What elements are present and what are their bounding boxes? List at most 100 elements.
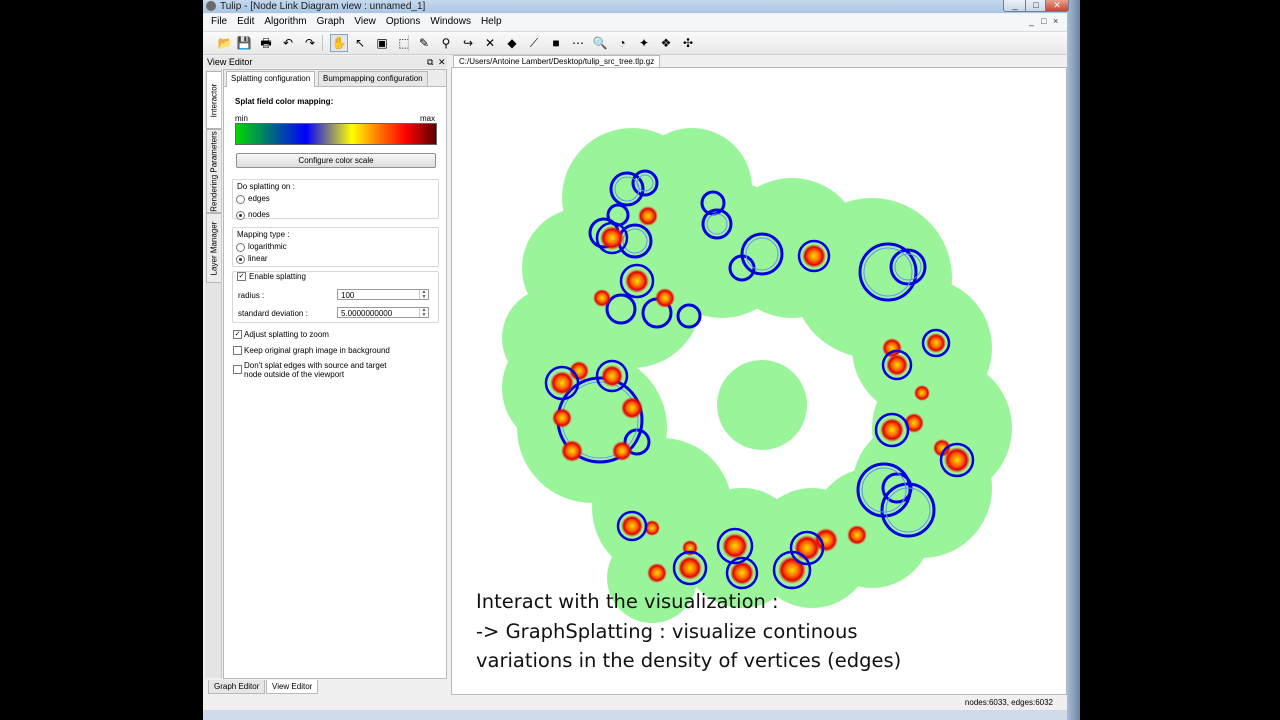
caption-line-3: variations in the density of vertices (e… [476,649,902,672]
dock-float-icon[interactable]: ⧉ [427,56,433,68]
side-tab-bar: Interactor Rendering Parameters Layer Ma… [205,69,222,678]
tab-bumpmapping-configuration[interactable]: Bumpmapping configuration [318,71,428,86]
lasso-icon[interactable]: ◔ [614,35,630,51]
title-bar[interactable]: Tulip - [Node Link Diagram view : unname… [203,0,1069,13]
menu-edit[interactable]: Edit [232,14,259,30]
side-tab-layer-manager[interactable]: Layer Manager [206,213,221,283]
menu-view[interactable]: View [349,14,381,30]
keep-original-checkbox[interactable] [233,346,242,355]
radio-nodes[interactable] [236,211,245,220]
configure-color-scale-button[interactable]: Configure color scale [236,153,436,168]
spin-arrows-icon[interactable]: ▲ ▼ [419,290,428,299]
color-scale-gradient[interactable] [235,123,437,145]
radio-nodes-label[interactable]: nodes [248,210,270,219]
radius-spinbox[interactable]: 100 ▲ ▼ [337,289,429,300]
navigate-hand-icon[interactable]: ✋ [330,34,348,52]
radio-linear-label[interactable]: linear [248,254,268,263]
close-button[interactable]: ✕ [1045,0,1069,12]
rectangle-selection-icon[interactable]: ⬚ [396,35,412,51]
status-bar: nodes:6033, edges:6032 [203,695,1067,710]
view-tab-bar: C:/Users/Antoine Lambert/Desktop/tulip_s… [451,54,1065,68]
tab-view-editor[interactable]: View Editor [266,680,319,694]
dont-splat-edges-checkbox[interactable] [233,365,242,374]
enable-splatting-label[interactable]: Enable splatting [249,272,306,281]
redo-icon[interactable]: ↷ [302,35,318,51]
desktop-window-edge [1067,0,1080,720]
menu-file[interactable]: File [203,14,232,30]
spin-arrows-icon[interactable]: ▲ ▼ [419,308,428,317]
config-tab-bar: Splatting configuration Bumpmapping conf… [224,70,446,87]
radius-label: radius : [238,291,265,300]
dock-close-icon[interactable]: ✕ [438,56,446,68]
dont-splat-edges-label-line2[interactable]: node outside of the viewport [244,370,344,379]
color-mapping-heading: Splat field color mapping: [235,97,334,106]
radio-logarithmic-label[interactable]: logarithmic [248,242,287,251]
window-bottom-frame [203,710,1067,720]
radio-logarithmic[interactable] [236,243,245,252]
zoom-box-icon[interactable]: 🔍 [592,35,608,51]
maximize-button[interactable]: □ [1025,0,1047,12]
main-toolbar: 📂 💾 🖶 ↶ ↷ ✋ ↖ ▣ ⬚ ✎ ⚲ ↪ ✕ ◆ ⟋ ■ ⋯ 🔍 ◔ ✦ ❖ ✣ [203,32,1067,55]
do-splatting-label: Do splatting on : [237,182,295,191]
radio-edges-label[interactable]: edges [248,194,270,203]
path-finder-icon[interactable]: ↪ [460,35,476,51]
mdi-restore-button[interactable]: □ [1041,16,1046,26]
side-tab-rendering-parameters[interactable]: Rendering Parameters [206,129,221,213]
tutorial-caption: Interact with the visualization : -> Gra… [476,587,901,676]
caption-line-2: -> GraphSplatting : visualize continous [476,619,858,643]
tulip-app-icon [206,1,216,11]
do-splatting-group: Do splatting on : edges nodes [232,179,439,220]
menu-bar: File Edit Algorithm Graph View Options Windows… [203,14,1067,32]
radius-value: 100 [341,291,355,300]
mapping-type-label: Mapping type : [237,230,290,239]
tab-splatting-configuration[interactable]: Splatting configuration [226,71,316,87]
add-edge-icon[interactable]: ⟋ [526,35,542,51]
stddev-label: standard deviation : [238,309,308,318]
menu-windows[interactable]: Windows [425,14,476,30]
get-info-icon[interactable]: ↖ [352,35,368,51]
dont-splat-edges-label-line1[interactable]: Don't splat edges with source and target [244,361,387,370]
radio-linear[interactable] [236,255,245,264]
max-label: max [420,114,436,123]
pencil-icon[interactable]: ✎ [416,35,432,51]
magic-selection-icon[interactable]: ⚲ [438,35,454,51]
graph-splatting-icon[interactable]: ❖ [658,35,674,51]
tab-graph-editor[interactable]: Graph Editor [208,680,266,694]
toolbar-separator [408,35,409,51]
add-node-icon[interactable]: ◆ [504,35,520,51]
radio-edges[interactable] [236,195,245,204]
stddev-spinbox[interactable]: 5.0000000000 ▲ ▼ [337,307,429,318]
view-editor-dock: View Editor ⧉ ✕ Interactor Rendering Par… [205,56,447,679]
graph-viewport[interactable]: Interact with the visualization : -> Gra… [451,67,1067,695]
delete-icon[interactable]: ✕ [482,35,498,51]
min-label: min [235,114,248,123]
toolbar-separator [322,35,323,51]
menu-graph[interactable]: Graph [312,14,350,30]
caption-line-1: Interact with the visualization : [476,590,779,613]
adjust-zoom-checkbox[interactable]: ✓ [233,330,242,339]
menu-help[interactable]: Help [476,14,507,30]
undo-icon[interactable]: ↶ [280,35,296,51]
dock-title-bar: View Editor ⧉ ✕ [205,56,447,68]
edit-edge-bends-icon[interactable]: ⋯ [570,35,586,51]
minimize-button[interactable]: _ [1003,0,1027,12]
select-icon[interactable]: ▣ [374,35,390,51]
fisheye-icon[interactable]: ✦ [636,35,652,51]
mdi-close-button[interactable]: × [1053,16,1058,26]
neighborhood-icon[interactable]: ✣ [680,35,696,51]
enable-splatting-group: ✓ Enable splatting radius : 100 ▲ ▼ standa… [232,271,439,323]
menu-options[interactable]: Options [381,14,425,30]
square-node-icon[interactable]: ■ [548,35,564,51]
keep-original-label[interactable]: Keep original graph image in background [244,346,390,355]
mdi-minimize-button[interactable]: _ [1029,16,1034,26]
dock-bottom-tabs: Graph Editor View Editor [205,680,447,694]
side-tab-interactor[interactable]: Interactor [206,71,221,129]
open-icon[interactable]: 📂 [217,35,233,51]
graph-stats: nodes:6033, edges:6032 [964,698,1053,707]
save-icon[interactable]: 💾 [236,35,252,51]
adjust-zoom-label[interactable]: Adjust splatting to zoom [244,330,329,339]
stddev-value: 5.0000000000 [341,309,393,318]
menu-algorithm[interactable]: Algorithm [259,14,311,30]
print-icon[interactable]: 🖶 [258,35,274,51]
enable-splatting-checkbox[interactable]: ✓ [237,272,246,281]
